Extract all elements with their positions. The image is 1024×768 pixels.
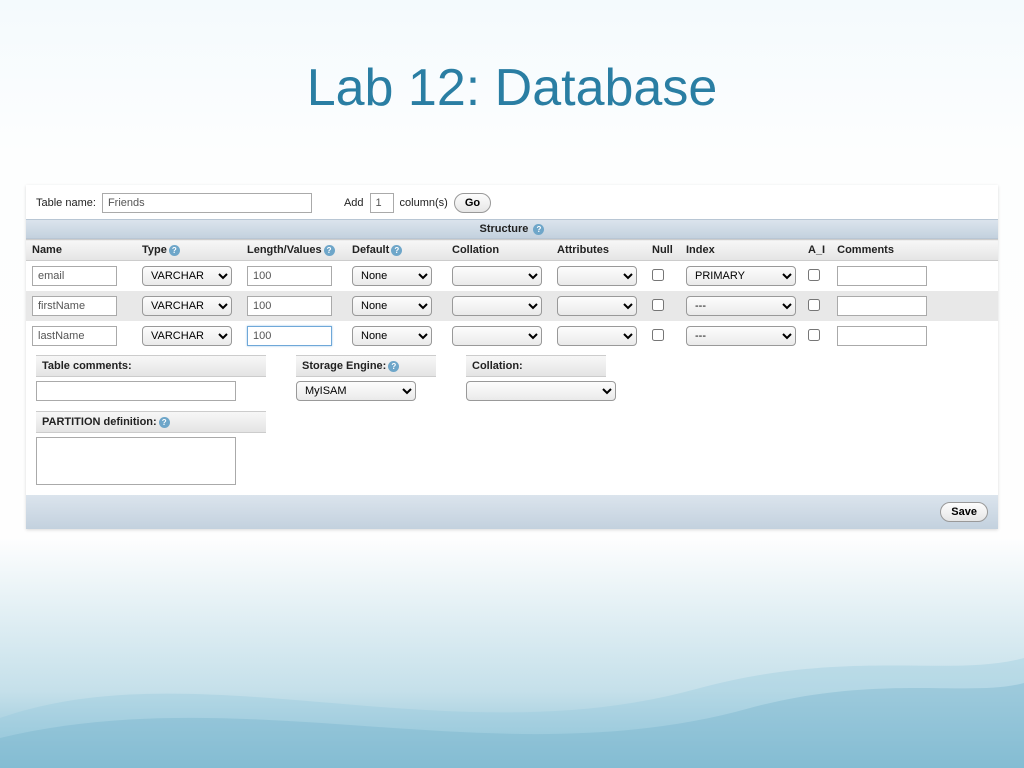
table-comments-label: Table comments:: [36, 355, 266, 377]
col-header-null: Null: [646, 240, 680, 261]
help-icon[interactable]: ?: [169, 245, 180, 256]
footer-bar: Save: [26, 495, 998, 529]
column-type-select[interactable]: VARCHAR: [142, 326, 232, 346]
table-name-label: Table name:: [36, 197, 96, 209]
column-type-select[interactable]: VARCHAR: [142, 266, 232, 286]
help-icon[interactable]: ?: [324, 245, 335, 256]
column-length-input[interactable]: [247, 296, 332, 316]
help-icon[interactable]: ?: [388, 361, 399, 372]
col-header-attributes: Attributes: [551, 240, 646, 261]
go-button[interactable]: Go: [454, 193, 491, 213]
help-icon[interactable]: ?: [533, 224, 544, 235]
table-row: VARCHAR None ---: [26, 321, 998, 351]
collation-meta-select[interactable]: [466, 381, 616, 401]
column-index-select[interactable]: ---: [686, 296, 796, 316]
column-default-select[interactable]: None: [352, 326, 432, 346]
help-icon[interactable]: ?: [391, 245, 402, 256]
column-default-select[interactable]: None: [352, 266, 432, 286]
slide-title: Lab 12: Database: [0, 0, 1024, 118]
column-type-select[interactable]: VARCHAR: [142, 296, 232, 316]
table-comments-input[interactable]: [36, 381, 236, 401]
columns-table: Name Type? Length/Values? Default? Colla…: [26, 239, 998, 351]
column-length-input[interactable]: [247, 326, 332, 346]
col-header-collation: Collation: [446, 240, 551, 261]
column-null-checkbox[interactable]: [652, 299, 664, 311]
save-button[interactable]: Save: [940, 502, 988, 522]
column-comments-input[interactable]: [837, 326, 927, 346]
help-icon[interactable]: ?: [159, 417, 170, 428]
column-ai-checkbox[interactable]: [808, 299, 820, 311]
top-bar: Table name: Add column(s) Go: [26, 185, 998, 219]
db-create-table-panel: Table name: Add column(s) Go Structure ?…: [26, 185, 998, 529]
column-ai-checkbox[interactable]: [808, 269, 820, 281]
col-header-type: Type?: [136, 240, 241, 261]
structure-header: Structure ?: [26, 219, 998, 239]
col-header-ai: A_I: [802, 240, 831, 261]
add-columns-count-input[interactable]: [370, 193, 394, 213]
partition-definition-input[interactable]: [36, 437, 236, 485]
col-header-length: Length/Values?: [241, 240, 346, 261]
column-collation-select[interactable]: [452, 266, 542, 286]
storage-engine-label: Storage Engine:?: [296, 355, 436, 377]
column-default-select[interactable]: None: [352, 296, 432, 316]
column-name-input[interactable]: [32, 266, 117, 286]
column-attributes-select[interactable]: [557, 296, 637, 316]
column-attributes-select[interactable]: [557, 326, 637, 346]
background-wave: [0, 588, 1024, 768]
col-header-index: Index: [680, 240, 802, 261]
column-attributes-select[interactable]: [557, 266, 637, 286]
meta-row: Table comments: PARTITION definition:? S…: [26, 355, 998, 491]
column-collation-select[interactable]: [452, 296, 542, 316]
column-null-checkbox[interactable]: [652, 269, 664, 281]
column-name-input[interactable]: [32, 326, 117, 346]
column-length-input[interactable]: [247, 266, 332, 286]
column-null-checkbox[interactable]: [652, 329, 664, 341]
columns-label: column(s): [400, 197, 448, 209]
add-label: Add: [344, 197, 364, 209]
column-ai-checkbox[interactable]: [808, 329, 820, 341]
col-header-default: Default?: [346, 240, 446, 261]
column-comments-input[interactable]: [837, 266, 927, 286]
column-index-select[interactable]: PRIMARY: [686, 266, 796, 286]
collation-meta-label: Collation:: [466, 355, 606, 377]
column-comments-input[interactable]: [837, 296, 927, 316]
table-row: VARCHAR None ---: [26, 291, 998, 321]
col-header-name: Name: [26, 240, 136, 261]
column-index-select[interactable]: ---: [686, 326, 796, 346]
column-collation-select[interactable]: [452, 326, 542, 346]
col-header-comments: Comments: [831, 240, 998, 261]
storage-engine-select[interactable]: MyISAM: [296, 381, 416, 401]
partition-label: PARTITION definition:?: [36, 411, 266, 433]
column-name-input[interactable]: [32, 296, 117, 316]
table-name-input[interactable]: [102, 193, 312, 213]
table-row: VARCHAR None PRIMARY: [26, 261, 998, 292]
